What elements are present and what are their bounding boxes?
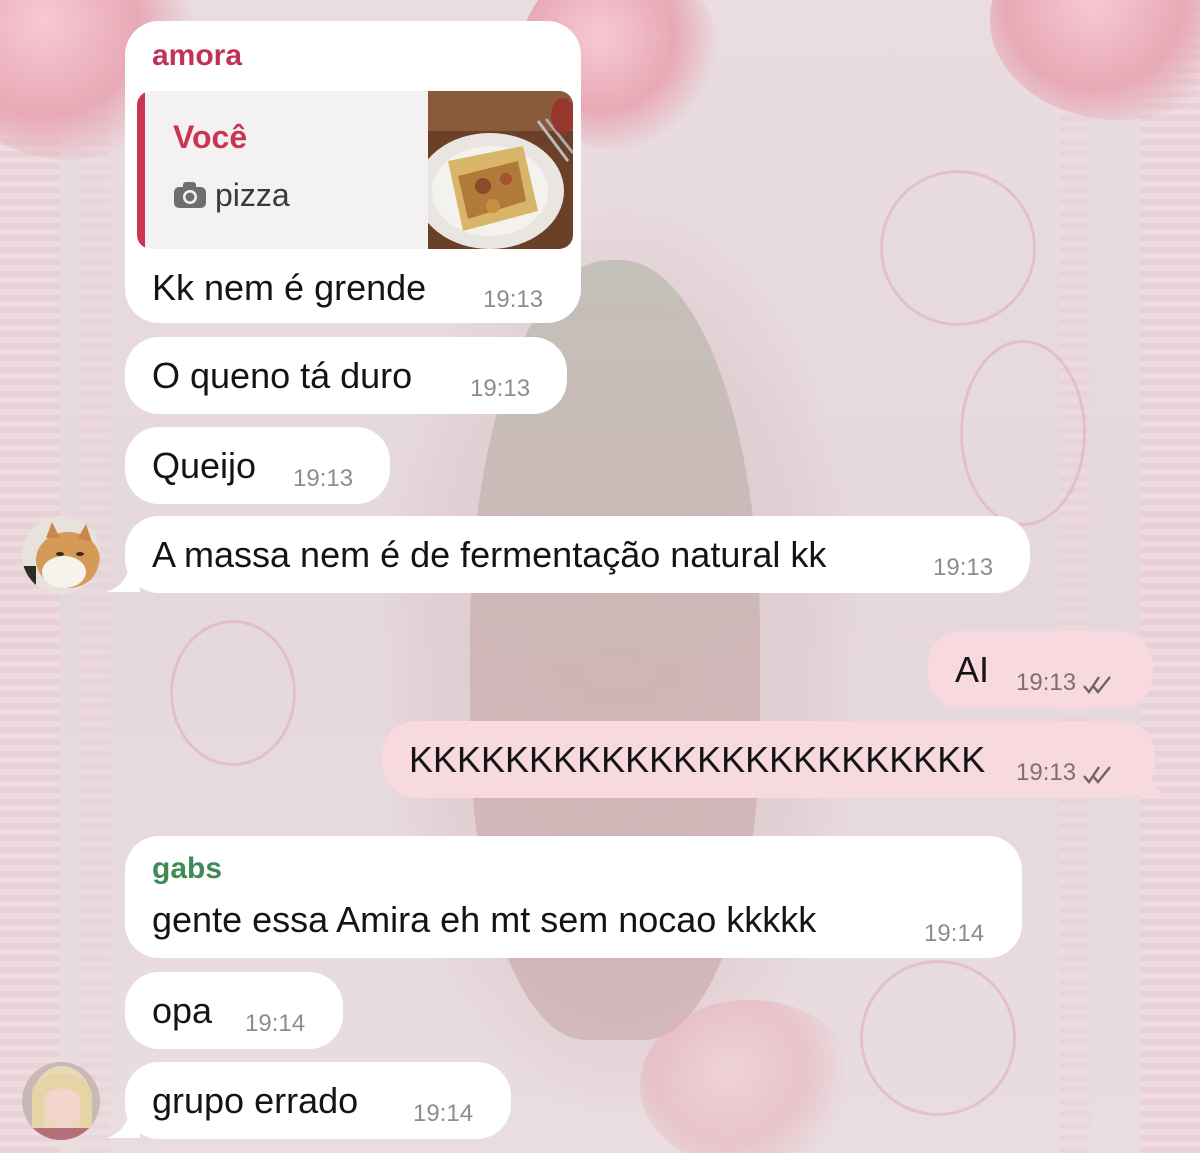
message-text: opa	[152, 990, 213, 1031]
message-time: 19:14	[924, 920, 985, 947]
message-text: Kk nem é grende	[152, 267, 427, 308]
camera-icon	[174, 182, 206, 208]
message-bubble[interactable]: Queijo 19:13	[125, 427, 390, 504]
message-bubble[interactable]: amora Você pizza Kk nem é grende 19:13	[125, 21, 581, 323]
message-time: 19:14	[413, 1100, 474, 1127]
message-text: A massa nem é de fermentação natural kk	[152, 534, 827, 575]
double-check-icon	[1083, 675, 1111, 694]
message-time: 19:13	[1016, 759, 1077, 786]
wallpaper-border-right	[1140, 0, 1200, 1153]
message-time: 19:13	[1016, 669, 1077, 696]
message-time: 19:13	[483, 286, 544, 313]
cat-avatar[interactable]	[22, 516, 100, 594]
flourish-decoration	[860, 960, 1016, 1116]
message-bubble[interactable]: A massa nem é de fermentação natural kk …	[125, 516, 1030, 593]
message-text: gente essa Amira eh mt sem nocao kkkkk	[152, 899, 817, 940]
flourish-decoration	[880, 170, 1036, 326]
wallpaper-pattern	[1060, 0, 1090, 1153]
message-time: 19:13	[933, 554, 994, 581]
message-text: Queijo	[152, 445, 257, 486]
message-time-status: 19:13	[1016, 669, 1114, 697]
message-time: 19:14	[245, 1010, 306, 1037]
cat-avatar-image	[22, 516, 100, 594]
double-check-icon	[1083, 765, 1111, 784]
message-bubble[interactable]: opa 19:14	[125, 972, 343, 1049]
reply-accent-bar	[137, 91, 145, 249]
girl-avatar-image	[22, 1062, 100, 1140]
message-bubble[interactable]: grupo errado 19:14	[125, 1062, 511, 1139]
reply-quote[interactable]: Você pizza	[137, 91, 573, 249]
reply-author: Você	[173, 119, 248, 155]
reply-text: pizza	[215, 177, 290, 213]
flourish-decoration	[960, 340, 1086, 526]
message-bubble-outgoing[interactable]: AI 19:13	[928, 631, 1153, 708]
message-text: KKKKKKKKKKKKKKKKKKKKKKKK	[409, 739, 986, 780]
sender-name: amora	[152, 39, 243, 72]
message-text: O queno tá duro	[152, 355, 413, 396]
message-text: grupo errado	[152, 1080, 359, 1121]
pizza-photo-thumbnail[interactable]	[428, 91, 573, 249]
bubble-tail	[1138, 768, 1172, 798]
reply-preview: pizza	[173, 177, 290, 213]
message-time: 19:13	[470, 375, 531, 402]
girl-avatar[interactable]	[22, 1062, 100, 1140]
message-text: AI	[955, 649, 990, 690]
rose-decoration	[640, 1000, 860, 1153]
rose-decoration	[990, 0, 1200, 120]
message-time: 19:13	[293, 465, 354, 492]
message-bubble[interactable]: gabs gente essa Amira eh mt sem nocao kk…	[125, 836, 1022, 958]
message-bubble[interactable]: O queno tá duro 19:13	[125, 337, 567, 414]
flourish-decoration	[170, 620, 296, 766]
message-time-status: 19:13	[1016, 759, 1114, 787]
message-bubble-outgoing[interactable]: KKKKKKKKKKKKKKKKKKKKKKKK 19:13	[382, 721, 1155, 798]
sender-name: gabs	[152, 852, 223, 885]
